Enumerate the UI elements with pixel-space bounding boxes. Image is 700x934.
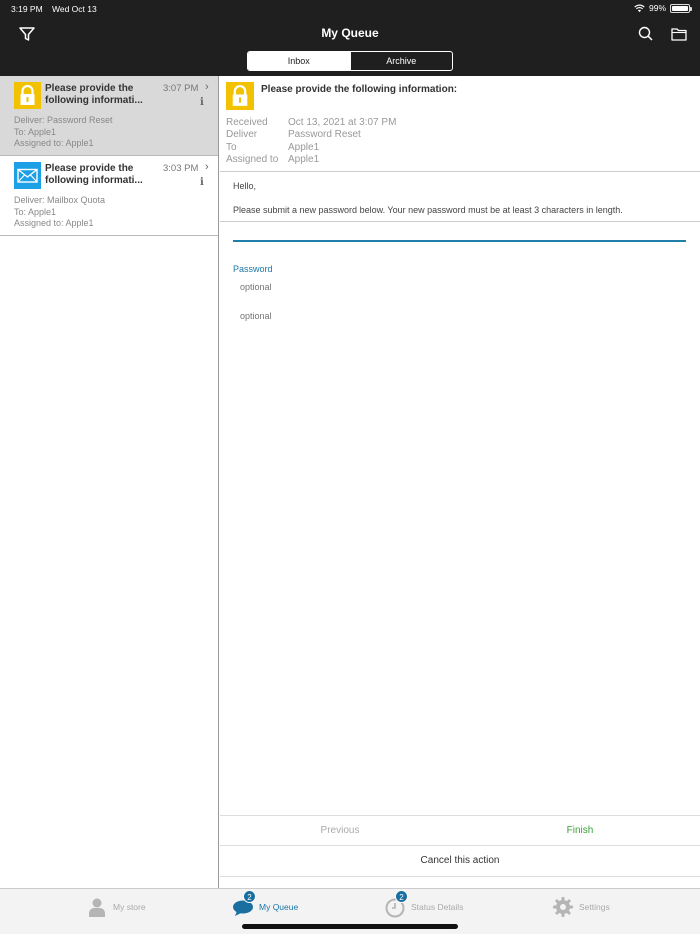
folder-icon <box>671 28 687 41</box>
item-to: To: Apple1 <box>14 206 57 217</box>
lock-icon <box>14 82 41 109</box>
password-field[interactable] <box>240 282 440 292</box>
list-item[interactable]: Please provide the following informati..… <box>0 76 218 156</box>
tab-my-store[interactable]: My store <box>86 895 146 919</box>
gear-icon <box>552 896 574 918</box>
battery-icon <box>670 3 692 13</box>
item-to: To: Apple1 <box>14 126 57 137</box>
tab-archive[interactable]: Archive <box>349 52 453 70</box>
item-meta: Deliver: Password Reset To: Apple1 Assig… <box>14 115 113 150</box>
password-label: Password <box>233 264 273 274</box>
status-badge: 2 <box>395 890 408 903</box>
info-icon[interactable]: i <box>200 177 204 188</box>
clock-icon: 2 <box>384 890 408 918</box>
queue-list: Please provide the following informati..… <box>0 76 219 888</box>
tab-label: My Queue <box>259 902 299 912</box>
status-right: 99% <box>634 3 692 13</box>
search-icon <box>638 26 653 41</box>
action-bar: Previous Finish Cancel this action <box>220 815 700 877</box>
message-body: Hello, Please submit a new password belo… <box>220 172 700 222</box>
tab-settings[interactable]: Settings <box>552 895 610 919</box>
tab-my-queue[interactable]: 2 My Queue <box>232 890 299 919</box>
received-label: Received <box>226 117 268 128</box>
tab-label: My store <box>113 902 146 912</box>
received-value: Oct 13, 2021 at 3:07 PM <box>288 117 397 128</box>
item-assigned: Assigned to: Apple1 <box>14 138 94 148</box>
item-time: 3:07 PM <box>163 83 199 94</box>
tab-status-details[interactable]: 2 Status Details <box>384 890 464 919</box>
battery-percent: 99% <box>648 3 666 13</box>
chevron-right-icon: › <box>205 161 209 173</box>
wifi-icon <box>634 4 645 12</box>
previous-button[interactable]: Previous <box>220 816 460 845</box>
detail-fields: Received Oct 13, 2021 at 3:07 PM Deliver P… <box>226 117 396 167</box>
item-time: 3:03 PM <box>163 163 199 174</box>
item-subject: Please provide the following informati..… <box>45 163 143 186</box>
item-meta: Deliver: Mailbox Quota To: Apple1 Assign… <box>14 195 105 230</box>
page-title: My Queue <box>321 26 379 40</box>
search-button[interactable] <box>636 24 656 44</box>
deliver-value: Password Reset <box>288 129 361 141</box>
to-value: Apple1 <box>288 141 320 153</box>
message-text: Please submit a new password below. Your… <box>233 205 623 215</box>
lock-icon <box>226 82 254 110</box>
tab-label: Status Details <box>411 902 464 912</box>
deliver-label: Deliver <box>226 129 258 141</box>
person-icon <box>86 896 108 918</box>
chat-bubble-icon: 2 <box>232 890 256 918</box>
mail-icon <box>14 162 41 189</box>
inbox-archive-segmented-control: Inbox Archive <box>247 51 453 71</box>
folder-button[interactable] <box>669 24 689 44</box>
to-label: To <box>226 141 237 153</box>
tab-inbox[interactable]: Inbox <box>248 52 350 70</box>
status-date: Wed Oct 13 <box>52 4 97 14</box>
chevron-right-icon: › <box>205 81 209 93</box>
nav-row: Previous Finish <box>220 816 700 846</box>
item-assigned: Assigned to: Apple1 <box>14 218 94 228</box>
assigned-value: Apple1 <box>288 154 320 166</box>
status-bar: 3:19 PM Wed Oct 13 99% <box>0 0 700 18</box>
status-time: 3:19 PM <box>11 4 43 14</box>
detail-header: Please provide the following information… <box>220 76 700 172</box>
home-indicator <box>242 924 458 929</box>
tab-label: Settings <box>579 902 610 912</box>
item-deliver: Deliver: Password Reset <box>14 115 113 125</box>
item-deliver: Deliver: Mailbox Quota <box>14 195 106 205</box>
input-underline <box>233 240 686 242</box>
top-bar: 3:19 PM Wed Oct 13 99% My Queue Inbox Ar… <box>0 0 700 76</box>
finish-button[interactable]: Finish <box>460 816 700 845</box>
queue-badge: 2 <box>243 890 256 903</box>
item-subject: Please provide the following informati..… <box>45 83 143 106</box>
list-item[interactable]: Please provide the following informati..… <box>0 156 218 236</box>
detail-subject: Please provide the following information… <box>261 84 458 95</box>
greeting-text: Hello, <box>233 181 257 191</box>
assigned-label: Assigned to <box>226 154 279 166</box>
detail-pane: Please provide the following information… <box>220 76 700 888</box>
confirm-password-field[interactable] <box>240 311 440 321</box>
cancel-action-button[interactable]: Cancel this action <box>220 846 700 877</box>
info-icon[interactable]: i <box>200 97 204 108</box>
